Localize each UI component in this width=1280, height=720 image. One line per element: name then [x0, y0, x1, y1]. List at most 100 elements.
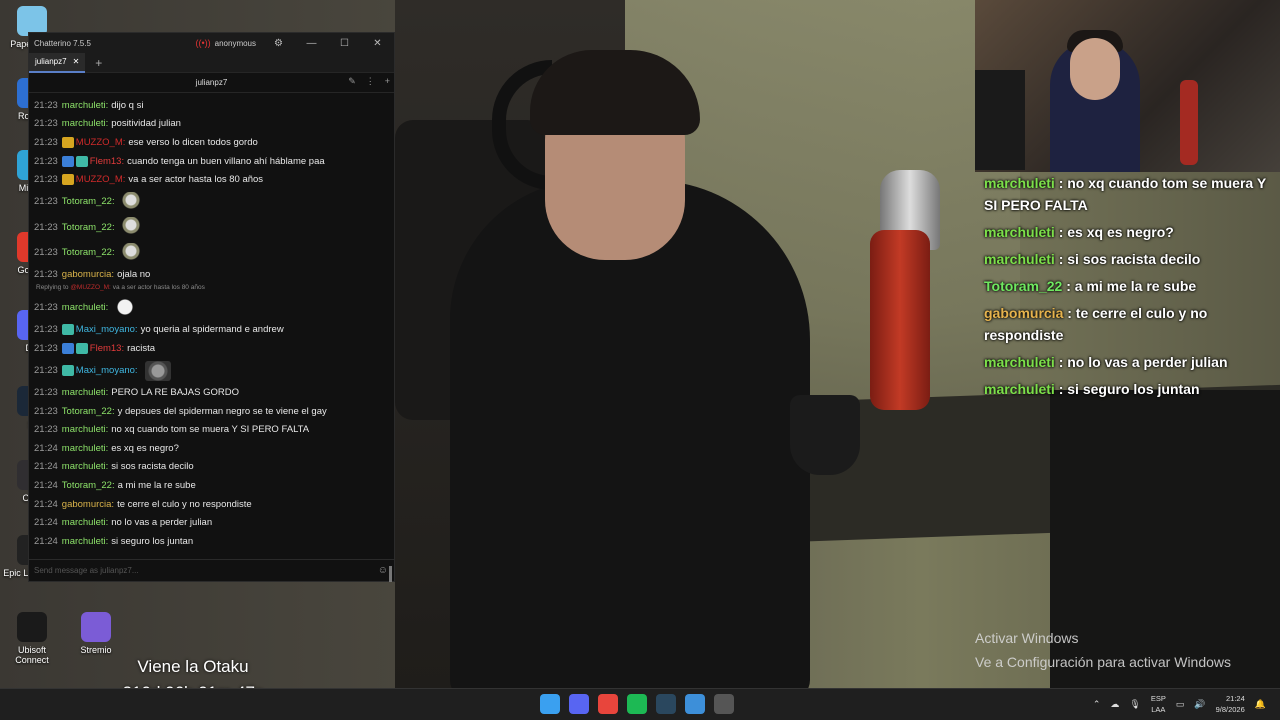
chat-username[interactable]: Maxi_moyano: [76, 324, 138, 335]
microphone-icon[interactable]: 🎙 [1129, 699, 1140, 710]
chat-message[interactable]: 21:23 Flem13: cuando tenga un buen villano… [34, 152, 389, 171]
chat-message[interactable]: 21:24 Totoram_22: a mi me la re sube [34, 476, 389, 495]
chat-message[interactable]: 21:23 Totoram_22: [34, 214, 389, 240]
split-menu-icon[interactable]: ⋮ [366, 76, 375, 87]
chat-message[interactable]: 21:23 marchuleti: PERO LA RE BAJAS GORDO [34, 383, 389, 402]
steam-icon[interactable] [656, 694, 676, 714]
chat-message[interactable]: 21:23 Maxi_moyano: yo queria al spidermand… [34, 321, 389, 340]
message-list[interactable]: 21:23 marchuleti: dijo q si 21:23 marchuleti… [29, 96, 389, 551]
discord-icon[interactable] [569, 694, 589, 714]
photo-emote-icon[interactable] [144, 360, 171, 381]
chat-username[interactable]: Totoram_22: [62, 406, 115, 417]
chat-username[interactable]: marchuleti: [62, 387, 108, 398]
overlay-chat-line: marchuleti : si seguro los juntan [978, 378, 1280, 400]
chatterino-window[interactable]: Chatterino 7.5.5 ((•)) anonymous ⚙ — ☐ ✕… [28, 32, 395, 582]
chat-badge-icon [61, 324, 74, 336]
chat-message[interactable]: 21:23 marchuleti: dijo q si [34, 96, 389, 115]
taskbar-apps [540, 694, 734, 714]
spotify-icon[interactable] [627, 694, 647, 714]
chat-username[interactable]: MUZZO_M: [76, 174, 126, 185]
chrome-icon[interactable] [598, 694, 618, 714]
chat-username[interactable]: marchuleti: [62, 461, 108, 472]
chat-message[interactable]: 21:24 marchuleti: es xq es negro? [34, 439, 389, 458]
chat-username[interactable]: gabomurcia: [62, 269, 114, 280]
chat-message[interactable]: 21:24 gabomurcia: te cerre el culo y no re… [34, 495, 389, 514]
chat-message[interactable]: 21:23 marchuleti: positividad julian [34, 115, 389, 134]
chat-username[interactable]: marchuleti: [62, 443, 108, 454]
close-button[interactable]: ✕ [361, 38, 394, 49]
message-text: cuando tenga un buen villano ahí háblame… [127, 155, 325, 167]
chat-message[interactable]: 21:23 Totoram_22: [34, 240, 389, 266]
chat-emote-icon[interactable] [121, 242, 140, 263]
chat-message[interactable]: 21:23 Totoram_22: y depsues del spiderman … [34, 402, 389, 421]
chat-message[interactable]: 21:23 MUZZO_M: ese verso lo dicen todos go… [34, 133, 389, 152]
add-tab-button[interactable]: + [95, 56, 102, 70]
onedrive-icon[interactable]: ☁ [1110, 699, 1119, 710]
chat-message[interactable]: 21:24 marchuleti: no lo vas a perder julia… [34, 513, 389, 532]
chat-message[interactable]: 21:23 marchuleti: no xq cuando tom se muer… [34, 420, 389, 439]
desktop-shortcut[interactable]: Stremio [64, 612, 128, 655]
chat-message[interactable]: 21:24 marchuleti: si seguro los juntan [34, 532, 389, 551]
chat-username[interactable]: Totoram_22: [62, 196, 115, 207]
chat-message[interactable]: 21:23 marchuleti: [34, 295, 389, 321]
chat-message[interactable]: 21:23 MUZZO_M: va a ser actor hasta los 80… [34, 170, 389, 189]
add-split-icon[interactable]: + [385, 76, 390, 87]
split-header[interactable]: julianpz7 ✎ ⋮ + [29, 73, 394, 93]
chatterino-icon[interactable] [685, 694, 705, 714]
webcam-overlay [975, 0, 1280, 172]
notification-bell-icon[interactable]: 🔔 [1255, 699, 1266, 710]
webcam-bottle [1180, 80, 1198, 165]
chat-message[interactable]: 21:23 Flem13: racista [34, 339, 389, 358]
chat-username[interactable]: MUZZO_M: [76, 137, 126, 148]
desktop-shortcut[interactable]: Ubisoft Connect [0, 612, 64, 665]
maximize-button[interactable]: ☐ [328, 38, 361, 49]
volume-icon[interactable]: 🔊 [1194, 699, 1205, 710]
chat-username[interactable]: Flem13: [90, 343, 124, 354]
chat-username[interactable]: Totoram_22: [62, 480, 115, 491]
tray-overflow-chevron-icon[interactable]: ⌃ [1093, 699, 1101, 710]
ubisoft-icon [17, 612, 47, 642]
chat-badge-icon [61, 342, 74, 354]
overlay-chat-line: marchuleti : si sos racista decilo [978, 248, 1280, 270]
chat-message[interactable]: 21:23 Totoram_22: [34, 189, 389, 215]
message-text: no xq cuando tom se muera Y SI PERO FALT… [111, 424, 310, 436]
skull-emoji-icon[interactable] [115, 297, 136, 318]
chat-username[interactable]: gabomurcia: [62, 499, 114, 510]
chat-message[interactable]: 21:23 Maxi_moyano: [34, 358, 389, 384]
chat-message[interactable]: 21:23 gabomurcia: ojala no [34, 265, 389, 284]
chat-username[interactable]: marchuleti: [62, 118, 108, 129]
chat-emote-icon[interactable] [121, 191, 140, 212]
message-timestamp: 21:23 [34, 247, 58, 259]
chat-username[interactable]: Flem13: [90, 156, 124, 167]
account-switcher[interactable]: ((•)) anonymous [196, 38, 257, 48]
tab-julianpz7[interactable]: julianpz7 ✕ [29, 52, 86, 73]
title-bar[interactable]: Chatterino 7.5.5 ((•)) anonymous ⚙ — ☐ ✕ [29, 33, 394, 53]
message-timestamp: 21:23 [34, 387, 58, 399]
obs-icon[interactable] [714, 694, 734, 714]
chat-emote-icon[interactable] [121, 217, 140, 238]
chat-username[interactable]: marchuleti: [62, 424, 108, 435]
chat-username[interactable]: marchuleti: [62, 536, 108, 547]
chat-username[interactable]: marchuleti: [62, 100, 108, 111]
chat-username[interactable]: Totoram_22: [62, 247, 115, 258]
message-timestamp: 21:23 [34, 324, 58, 336]
message-input[interactable]: Send message as julianpz7... ☺ [29, 559, 394, 581]
chat-username[interactable]: Totoram_22: [62, 222, 115, 233]
language-indicator[interactable]: ESP LAA [1151, 693, 1166, 715]
settings-gear-icon[interactable]: ⚙ [262, 38, 295, 49]
reply-username[interactable]: @MUZZO_M: [70, 284, 112, 291]
chat-username[interactable]: marchuleti: [62, 517, 108, 528]
clock[interactable]: 21:24 9/8/2026 [1216, 693, 1245, 715]
minimize-button[interactable]: — [295, 38, 328, 49]
network-icon[interactable]: ▭ [1176, 699, 1185, 710]
chat-badge-icon [75, 342, 88, 354]
chat-message[interactable]: 21:24 marchuleti: si sos racista decilo [34, 458, 389, 477]
message-text: ojala no [117, 269, 151, 281]
windows-start-icon[interactable] [540, 694, 560, 714]
emote-picker-icon[interactable]: ☺ [378, 565, 388, 576]
moderation-pencil-icon[interactable]: ✎ [348, 76, 356, 87]
chat-username[interactable]: marchuleti: [62, 302, 108, 313]
activate-windows-watermark: Activar Windows Ve a Configuración para … [975, 626, 1231, 674]
tab-close-icon[interactable]: ✕ [73, 57, 80, 66]
chat-username[interactable]: Maxi_moyano: [76, 365, 138, 376]
